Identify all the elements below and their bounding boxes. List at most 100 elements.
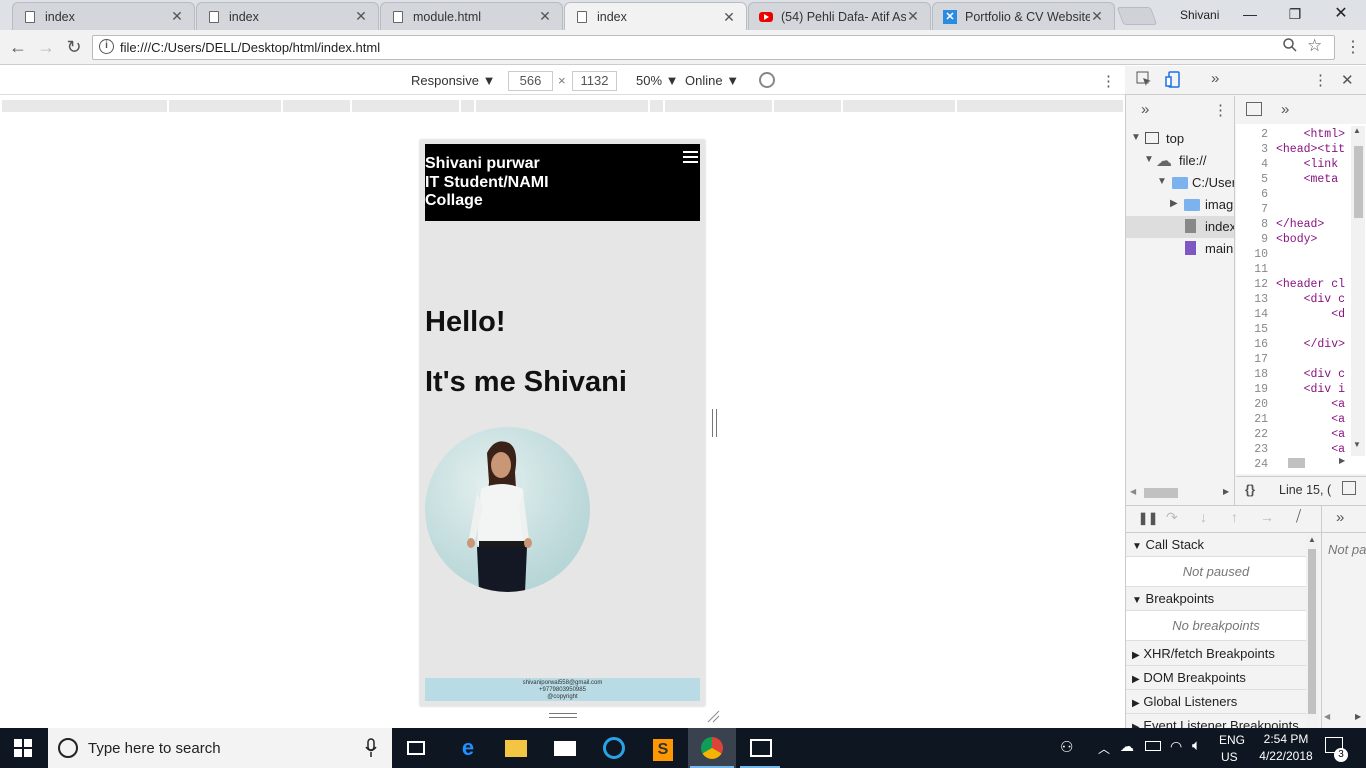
corner-resize-handle[interactable] — [706, 709, 720, 723]
tree-item-images[interactable]: ▶ imag — [1126, 194, 1234, 216]
tree-item-main[interactable]: main — [1126, 238, 1234, 260]
code-scrollbar[interactable]: ▲ ▼ — [1351, 126, 1365, 456]
search-placeholder[interactable]: Type here to search — [88, 740, 221, 757]
close-tab-icon[interactable]: ✕ — [538, 8, 552, 25]
tab-label: index — [597, 10, 627, 24]
tab-portfolio[interactable]: ✕ Portfolio & CV Website ✕ — [932, 2, 1115, 30]
call-stack-header[interactable]: ▼ Call Stack — [1126, 533, 1306, 557]
section-label: Breakpoints — [1145, 591, 1215, 606]
tab-index-2[interactable]: index ✕ — [196, 2, 379, 30]
scroll-left-icon[interactable]: ◀ — [1324, 712, 1330, 721]
site-name: Shivani purwar — [425, 155, 540, 172]
step-out-icon[interactable]: ↑ — [1231, 509, 1238, 525]
volume-icon[interactable]: 🔈︎ — [1192, 737, 1201, 754]
dom-breakpoints-header[interactable]: ▶ DOM Breakpoints — [1126, 666, 1306, 690]
step-into-icon[interactable]: ↓ — [1200, 509, 1207, 525]
navigator-more-icon[interactable]: » — [1141, 101, 1149, 118]
reload-icon[interactable]: ↻ — [63, 36, 85, 58]
people-icon[interactable]: ⚇ — [1060, 738, 1073, 756]
tree-item-index[interactable]: index — [1126, 216, 1234, 238]
network-select[interactable]: Online ▼ — [685, 73, 739, 88]
device-select[interactable]: Responsive ▼ — [411, 73, 495, 88]
inspect-element-icon[interactable] — [1136, 71, 1152, 87]
bookmark-star-icon[interactable]: ☆ — [1307, 36, 1322, 56]
rotate-icon[interactable] — [759, 72, 775, 88]
step-over-icon[interactable]: ↷ — [1166, 509, 1178, 526]
tab-index-active[interactable]: index ✕ — [564, 2, 747, 31]
microphone-icon[interactable] — [365, 738, 377, 758]
navigator-menu-icon[interactable]: ⋮ — [1213, 101, 1228, 119]
new-tab-button[interactable] — [1116, 7, 1158, 25]
hamburger-menu-icon[interactable] — [683, 151, 698, 165]
code-hscrollbar[interactable]: ▶ — [1276, 456, 1350, 470]
tab-youtube[interactable]: (54) Pehli Dafa- Atif Asl ✕ — [748, 2, 931, 30]
navigator-scrollbar[interactable]: ◀ ▶ — [1126, 484, 1234, 501]
event-listener-breakpoints-header[interactable]: ▶ Event Listener Breakpoints — [1126, 714, 1306, 728]
photos-icon[interactable] — [748, 735, 774, 761]
close-devtools-icon[interactable]: ✕ — [1341, 71, 1354, 89]
close-window-icon[interactable]: ✕ — [1326, 4, 1356, 24]
back-icon[interactable]: ← — [7, 36, 29, 58]
right-resize-handle[interactable] — [712, 409, 717, 437]
cursor-position: Line 15, ( — [1279, 483, 1332, 497]
file-explorer-icon[interactable] — [503, 735, 529, 761]
close-tab-icon[interactable]: ✕ — [354, 8, 368, 25]
deactivate-breakpoints-icon[interactable]: ⧸ — [1296, 508, 1301, 525]
zoom-icon[interactable] — [1283, 38, 1297, 52]
browser-menu-icon[interactable]: ⋮ — [1345, 37, 1361, 57]
pretty-print-icon[interactable]: {} — [1245, 482, 1255, 497]
close-tab-icon[interactable]: ✕ — [906, 8, 920, 25]
tab-index-1[interactable]: index ✕ — [12, 2, 195, 30]
file-icon — [1185, 219, 1196, 233]
footer-email: shivaniporwal558@gmail.com — [522, 680, 603, 686]
tree-item-top[interactable]: ▼ top — [1126, 128, 1234, 150]
chrome-icon[interactable] — [699, 735, 725, 761]
forward-icon[interactable]: → — [35, 36, 57, 58]
show-hidden-icons[interactable]: ︿ — [1098, 740, 1110, 757]
editor-more-icon[interactable]: » — [1281, 101, 1289, 118]
mail-icon[interactable] — [552, 735, 578, 761]
bottom-resize-handle[interactable] — [549, 713, 577, 718]
scroll-right-icon[interactable]: ▶ — [1355, 712, 1361, 721]
url-text[interactable]: file:///C:/Users/DELL/Desktop/html/index… — [120, 40, 380, 55]
sidebar-scrollbar[interactable]: ▲ — [1306, 535, 1318, 727]
toggle-navigator-icon[interactable] — [1246, 102, 1262, 116]
battery-icon[interactable] — [1145, 741, 1161, 751]
edge-icon[interactable]: e — [455, 735, 481, 761]
windows-start-icon[interactable] — [14, 739, 32, 757]
wifi-icon[interactable]: ◠ — [1170, 738, 1182, 755]
media-query-bar[interactable] — [0, 97, 1125, 116]
xhr-breakpoints-header[interactable]: ▶ XHR/fetch Breakpoints — [1126, 642, 1306, 666]
coverage-icon[interactable] — [1342, 481, 1356, 495]
restore-icon[interactable]: ❐ — [1280, 4, 1310, 24]
step-icon[interactable]: → — [1260, 509, 1274, 525]
close-tab-icon[interactable]: ✕ — [170, 8, 184, 25]
task-view-icon[interactable] — [403, 735, 429, 761]
language-indicator[interactable]: ENG US — [1219, 733, 1245, 764]
tree-item-file[interactable]: ▼ ☁ file:// — [1126, 150, 1234, 172]
zoom-select[interactable]: 50% ▼ — [636, 73, 679, 88]
close-tab-icon[interactable]: ✕ — [722, 9, 736, 26]
more-panels-icon[interactable]: » — [1211, 70, 1219, 87]
source-code[interactable]: <html> <head><tit <link <meta </head> <b… — [1276, 127, 1348, 457]
pause-icon[interactable]: ❚❚ — [1138, 511, 1158, 525]
minimize-icon[interactable]: — — [1235, 4, 1265, 24]
profile-name[interactable]: Shivani — [1180, 8, 1219, 22]
info-icon[interactable]: i — [99, 39, 114, 54]
device-toggle-icon[interactable] — [1165, 71, 1181, 88]
close-tab-icon[interactable]: ✕ — [1090, 8, 1104, 25]
debugger-more-icon[interactable]: » — [1336, 509, 1344, 526]
devtools-menu-icon[interactable]: ⋮ — [1313, 71, 1328, 89]
tab-module[interactable]: module.html ✕ — [380, 2, 563, 30]
device-more-icon[interactable]: ⋮ — [1101, 72, 1116, 90]
app-icon[interactable] — [601, 735, 627, 761]
global-listeners-header[interactable]: ▶ Global Listeners — [1126, 690, 1306, 714]
site-footer: shivaniporwal558@gmail.com +977980395098… — [425, 678, 700, 701]
breakpoints-header[interactable]: ▼ Breakpoints — [1126, 587, 1306, 611]
clock[interactable]: 2:54 PM 4/22/2018 — [1255, 732, 1317, 763]
height-input[interactable]: 1132 — [572, 71, 617, 91]
onedrive-icon[interactable]: ☁ — [1120, 738, 1134, 755]
width-input[interactable]: 566 — [508, 71, 553, 91]
tree-item-users[interactable]: ▼ C:/User — [1126, 172, 1234, 194]
sublime-text-icon[interactable]: S — [650, 735, 676, 761]
